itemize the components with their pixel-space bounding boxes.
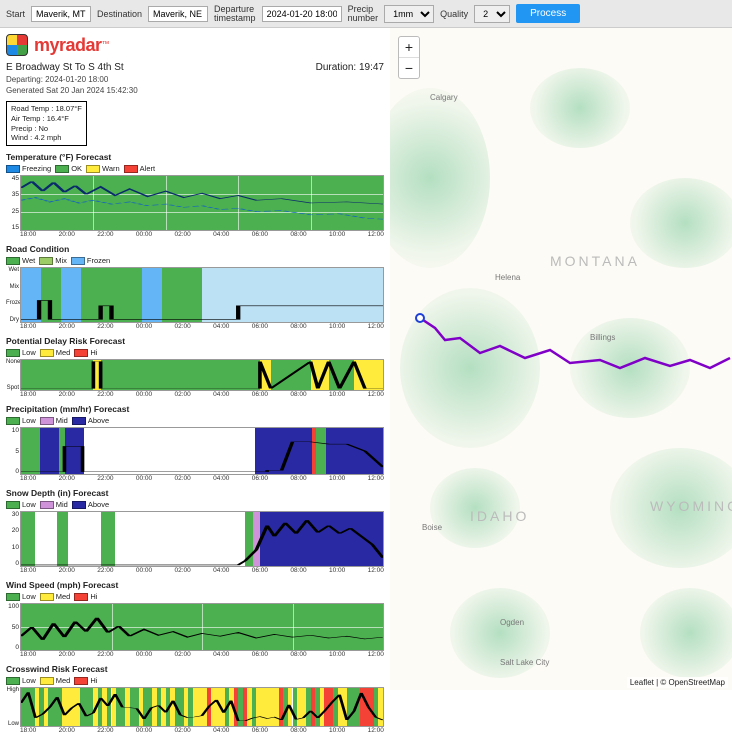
chart-snow: Snow Depth (in) Forecast LowMidAbove 302…	[6, 488, 384, 574]
quality-select[interactable]: 2	[474, 5, 510, 23]
route-generated: Generated Sat 20 Jan 2024 15:42:30	[6, 86, 384, 95]
info-box: Road Temp : 18.07°F Air Temp : 16.4°F Pr…	[6, 101, 87, 146]
route-start-marker	[415, 313, 425, 323]
main: myradar™ E Broadway St To S 4th St Durat…	[0, 28, 732, 744]
plot-cross	[20, 687, 384, 727]
precip-select[interactable]: 1mm	[384, 5, 434, 23]
zoom-in-button[interactable]: +	[399, 37, 419, 58]
map[interactable]: + − Calgary Helena MONTANA Billings IDAHO WYO…	[390, 28, 732, 690]
toolbar: Start Destination Departure timestamp Pr…	[0, 0, 732, 28]
brand-logo-icon	[6, 34, 28, 56]
zoom-out-button[interactable]: −	[399, 58, 419, 78]
plot-snow	[20, 511, 384, 567]
quality-label: Quality	[440, 9, 468, 19]
process-button[interactable]: Process	[516, 4, 580, 23]
route-duration: Duration: 19:47	[316, 62, 384, 73]
map-label: MONTANA	[550, 253, 640, 269]
map-attribution: Leaflet | © OpenStreetMap	[627, 677, 728, 688]
chart-precip: Precipitation (mm/hr) Forecast LowMidAbo…	[6, 404, 384, 482]
map-label: Boise	[422, 523, 442, 532]
plot-temp	[20, 175, 384, 231]
zoom-control: + −	[398, 36, 420, 79]
chart-road: Road Condition WetMixFrozen WetMixFrozen…	[6, 244, 384, 330]
plot-wind	[20, 603, 384, 651]
brand-text: myradar	[34, 35, 102, 55]
chart-delay: Potential Delay Risk Forecast LowMedHi N…	[6, 336, 384, 398]
chart-cross: Crosswind Risk Forecast LowMedHi HighLow…	[6, 664, 384, 734]
chart-temp: Temperature (°F) Forecast FreezingOKWarn…	[6, 152, 384, 238]
dest-label: Destination	[97, 9, 142, 19]
map-label: Billings	[590, 333, 615, 342]
plot-delay	[20, 359, 384, 391]
map-label: Salt Lake City	[500, 658, 549, 667]
route-depart: Departing: 2024-01-20 18:00	[6, 75, 384, 84]
start-label: Start	[6, 9, 25, 19]
plot-precip	[20, 427, 384, 475]
legend-temp: FreezingOKWarnAlert	[6, 164, 384, 173]
map-label: Helena	[495, 273, 520, 282]
start-input[interactable]	[31, 6, 91, 22]
route-header: E Broadway St To S 4th St Duration: 19:4…	[6, 62, 384, 73]
precip-label: Precip number	[348, 5, 379, 23]
chart-wind: Wind Speed (mph) Forecast LowMedHi 10050…	[6, 580, 384, 658]
brand: myradar™	[6, 32, 384, 62]
depart-input[interactable]	[262, 6, 342, 22]
plot-road	[20, 267, 384, 323]
route-title: E Broadway St To S 4th St	[6, 62, 124, 73]
map-label: Calgary	[430, 93, 458, 102]
dest-input[interactable]	[148, 6, 208, 22]
map-label: Ogden	[500, 618, 524, 627]
left-panel: myradar™ E Broadway St To S 4th St Durat…	[0, 28, 390, 744]
map-label: IDAHO	[470, 508, 529, 524]
depart-label: Departure timestamp	[214, 5, 256, 23]
map-panel: + − Calgary Helena MONTANA Billings IDAHO WYO…	[390, 28, 732, 744]
map-label: WYOMING	[650, 498, 732, 514]
